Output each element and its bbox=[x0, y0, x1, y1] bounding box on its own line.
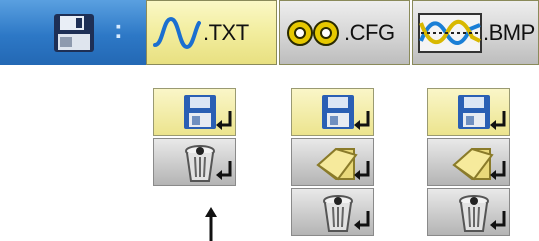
sine-wave-icon bbox=[153, 16, 201, 50]
folder-icon bbox=[452, 147, 494, 181]
delete-menu-item[interactable] bbox=[153, 138, 236, 186]
save-menu-item[interactable] bbox=[153, 88, 236, 136]
separator-colon: : bbox=[114, 14, 123, 44]
floppy-disk-icon bbox=[54, 14, 94, 52]
trash-bin-icon bbox=[459, 195, 489, 232]
enter-arrow-icon bbox=[354, 211, 370, 230]
gears-icon bbox=[287, 20, 339, 46]
tab-txt-label: .TXT bbox=[203, 20, 249, 45]
waveform-image-icon bbox=[418, 13, 482, 53]
file-type-toolbar: : .TXT .CFG .BMP bbox=[0, 0, 539, 65]
save-menu-item[interactable] bbox=[427, 88, 510, 136]
enter-arrow-icon bbox=[354, 111, 370, 130]
menu-column-1 bbox=[153, 88, 236, 188]
floppy-disk-icon bbox=[184, 95, 216, 129]
enter-arrow-icon bbox=[490, 211, 506, 230]
folder-icon bbox=[316, 147, 358, 181]
tab-bmp-label: .BMP bbox=[483, 20, 535, 45]
pointer-arrow-icon bbox=[205, 207, 217, 241]
trash-bin-icon bbox=[185, 145, 215, 182]
tab-bmp[interactable]: .BMP bbox=[412, 0, 539, 65]
tab-cfg-label: .CFG bbox=[344, 20, 395, 45]
tab-txt[interactable]: .TXT bbox=[146, 0, 277, 65]
floppy-disk-icon bbox=[322, 95, 354, 129]
trash-bin-icon bbox=[323, 195, 353, 232]
enter-arrow-icon bbox=[490, 111, 506, 130]
enter-arrow-icon bbox=[354, 161, 370, 180]
delete-menu-item[interactable] bbox=[291, 188, 374, 236]
save-menu-item[interactable] bbox=[291, 88, 374, 136]
delete-menu-item[interactable] bbox=[427, 188, 510, 236]
save-mode-button[interactable]: : bbox=[0, 0, 146, 65]
open-folder-menu-item[interactable] bbox=[291, 138, 374, 186]
enter-arrow-icon bbox=[490, 161, 506, 180]
enter-arrow-icon bbox=[216, 161, 232, 180]
menu-column-2 bbox=[291, 88, 374, 238]
menu-column-3 bbox=[427, 88, 510, 238]
enter-arrow-icon bbox=[216, 111, 232, 130]
floppy-disk-icon bbox=[458, 95, 490, 129]
open-folder-menu-item[interactable] bbox=[427, 138, 510, 186]
tab-cfg[interactable]: .CFG bbox=[279, 0, 410, 65]
